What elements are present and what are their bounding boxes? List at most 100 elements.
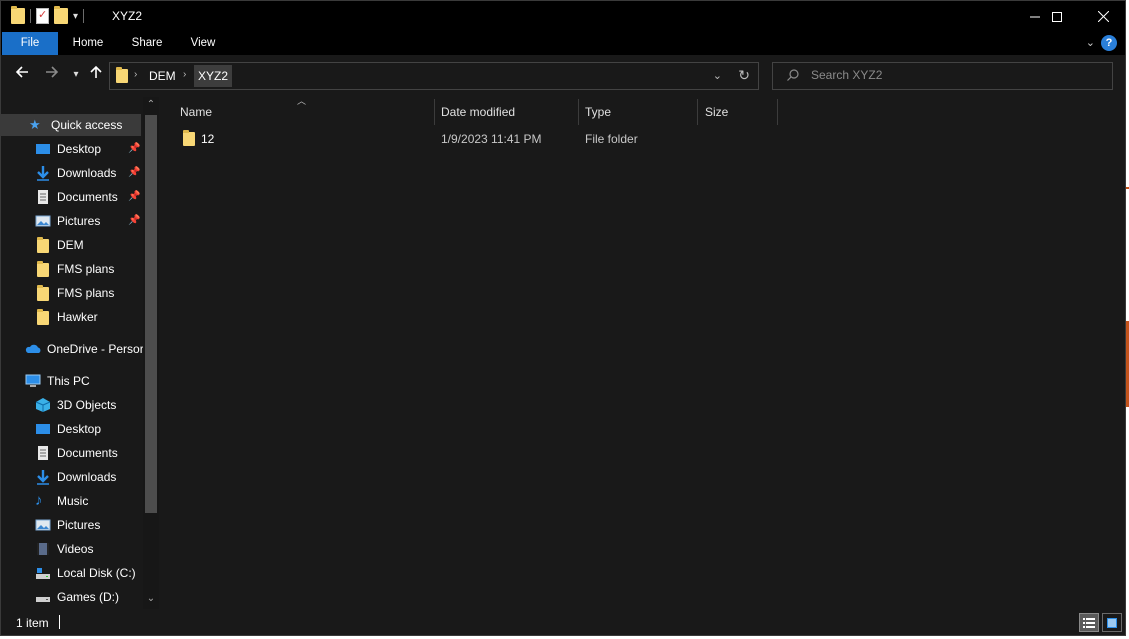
pin-icon: 📌 (128, 143, 141, 154)
3d-objects-icon (35, 397, 51, 413)
nav-item-local-disk-c[interactable]: Local Disk (C:) (1, 562, 141, 584)
refresh-icon[interactable]: ↻ (738, 67, 750, 84)
desktop-icon (35, 141, 51, 157)
large-icons-view-button[interactable] (1102, 613, 1122, 632)
nav-item-documents-pc[interactable]: Documents (1, 442, 141, 464)
nav-item-fms-plans-2[interactable]: FMS plans (1, 282, 141, 304)
file-type: File folder (585, 132, 638, 146)
nav-item-videos[interactable]: Videos (1, 538, 141, 560)
folder-icon (35, 237, 51, 253)
table-row[interactable]: 12 1/9/2023 11:41 PM File folder (163, 127, 1123, 151)
breadcrumb-chevron-icon[interactable]: › (183, 69, 186, 80)
scroll-thumb[interactable] (145, 115, 157, 513)
column-header-date-modified[interactable]: Date modified (441, 101, 578, 123)
tab-share[interactable]: Share (126, 32, 168, 55)
nav-item-label: Music (57, 494, 89, 508)
nav-item-label: FMS plans (57, 286, 115, 300)
pictures-icon (35, 517, 51, 533)
pin-icon: 📌 (128, 215, 141, 226)
address-row: ▾ › DEM › XYZ2 ⌄ ↻ (1, 55, 1125, 97)
nav-item-label: Videos (57, 542, 94, 556)
maximize-icon (1052, 11, 1062, 22)
file-name[interactable]: 12 (201, 132, 214, 146)
tab-view[interactable]: View (183, 32, 223, 55)
column-divider[interactable] (434, 99, 435, 125)
nav-item-label: Local Disk (C:) (57, 566, 136, 580)
customize-toolbar-icon[interactable]: ▾ (73, 11, 78, 22)
documents-icon (35, 445, 51, 461)
nav-item-documents[interactable]: Documents (1, 186, 141, 208)
item-count: 1 item (16, 616, 49, 630)
recent-locations-button[interactable]: ▾ (65, 64, 87, 86)
nav-item-label: Desktop (57, 422, 102, 436)
breadcrumb-dem[interactable]: DEM (149, 69, 176, 83)
scroll-down-icon[interactable]: ⌄ (143, 593, 159, 604)
nav-item-label: Games (D:) (57, 590, 120, 604)
nav-item-label: Quick access (51, 118, 123, 132)
videos-icon (35, 541, 51, 557)
close-icon (1097, 11, 1109, 22)
up-arrow-icon (90, 65, 102, 78)
music-icon: ♪ (35, 492, 43, 509)
nav-item-label: Documents (57, 446, 118, 460)
downloads-icon (35, 469, 51, 485)
column-divider[interactable] (777, 99, 778, 125)
nav-item-hawker[interactable]: Hawker (1, 306, 141, 328)
nav-item-label: Downloads (57, 166, 117, 180)
nav-item-dem[interactable]: DEM (1, 234, 141, 256)
nav-item-pictures-pc[interactable]: Pictures (1, 514, 141, 536)
back-button[interactable] (11, 64, 33, 86)
tab-file[interactable]: File (2, 32, 58, 55)
nav-item-downloads[interactable]: Downloads (1, 162, 141, 184)
expand-ribbon-icon[interactable]: ⌄ (1086, 36, 1095, 49)
chevron-down-icon: ▾ (73, 69, 79, 80)
toolbar-separator (83, 9, 85, 23)
address-bar[interactable]: › DEM › XYZ2 ⌄ ↻ (109, 62, 759, 90)
nav-item-label: Pictures (57, 214, 101, 228)
breadcrumb-chevron-icon[interactable]: › (134, 69, 137, 80)
back-arrow-icon (15, 66, 28, 78)
pin-icon: 📌 (128, 167, 141, 178)
search-input[interactable] (811, 68, 1101, 82)
column-header-name[interactable]: Name (180, 101, 434, 123)
nav-item-label: FMS plans (57, 262, 115, 276)
folder-icon (116, 67, 128, 83)
help-icon[interactable]: ? (1101, 35, 1117, 51)
new-folder-icon[interactable] (54, 6, 68, 24)
folder-icon (35, 309, 51, 325)
nav-item-downloads-pc[interactable]: Downloads (1, 466, 141, 488)
search-icon (787, 69, 799, 84)
navigation-pane: ★ Quick access Desktop 📌 Downloads 📌 Doc… (1, 97, 159, 609)
column-header-size[interactable]: Size (705, 101, 777, 123)
nav-item-games-d[interactable]: Games (D:) (1, 586, 141, 608)
forward-button[interactable] (41, 64, 63, 86)
nav-item-desktop[interactable]: Desktop (1, 138, 141, 160)
tab-home[interactable]: Home (67, 32, 109, 55)
close-button[interactable] (1080, 1, 1125, 32)
breadcrumb-xyz2[interactable]: XYZ2 (194, 65, 233, 87)
navigation-scrollbar[interactable]: ⌃ ⌄ (143, 97, 159, 609)
nav-item-pictures[interactable]: Pictures (1, 210, 141, 232)
address-history-icon[interactable]: ⌄ (713, 69, 722, 82)
search-box[interactable] (772, 62, 1113, 90)
title-bar: ▾ XYZ2 (1, 1, 1125, 32)
column-divider[interactable] (578, 99, 579, 125)
column-header-type[interactable]: Type (585, 101, 697, 123)
folder-icon (183, 130, 195, 146)
properties-icon[interactable] (36, 8, 49, 24)
nav-item-label: 3D Objects (57, 398, 117, 412)
nav-item-label: Pictures (57, 518, 101, 532)
nav-item-3d-objects[interactable]: 3D Objects (1, 394, 141, 416)
nav-this-pc[interactable]: This PC (1, 370, 141, 392)
nav-item-music[interactable]: ♪ Music (1, 490, 141, 512)
nav-item-label: Downloads (57, 470, 117, 484)
nav-item-desktop-pc[interactable]: Desktop (1, 418, 141, 440)
nav-item-fms-plans[interactable]: FMS plans (1, 258, 141, 280)
column-divider[interactable] (697, 99, 698, 125)
maximize-button[interactable] (1034, 1, 1080, 32)
scroll-up-icon[interactable]: ⌃ (143, 99, 159, 110)
up-button[interactable] (85, 64, 107, 86)
nav-quick-access[interactable]: ★ Quick access (1, 114, 141, 136)
details-view-button[interactable] (1079, 613, 1099, 632)
nav-onedrive[interactable]: OneDrive - Persor (1, 338, 143, 360)
